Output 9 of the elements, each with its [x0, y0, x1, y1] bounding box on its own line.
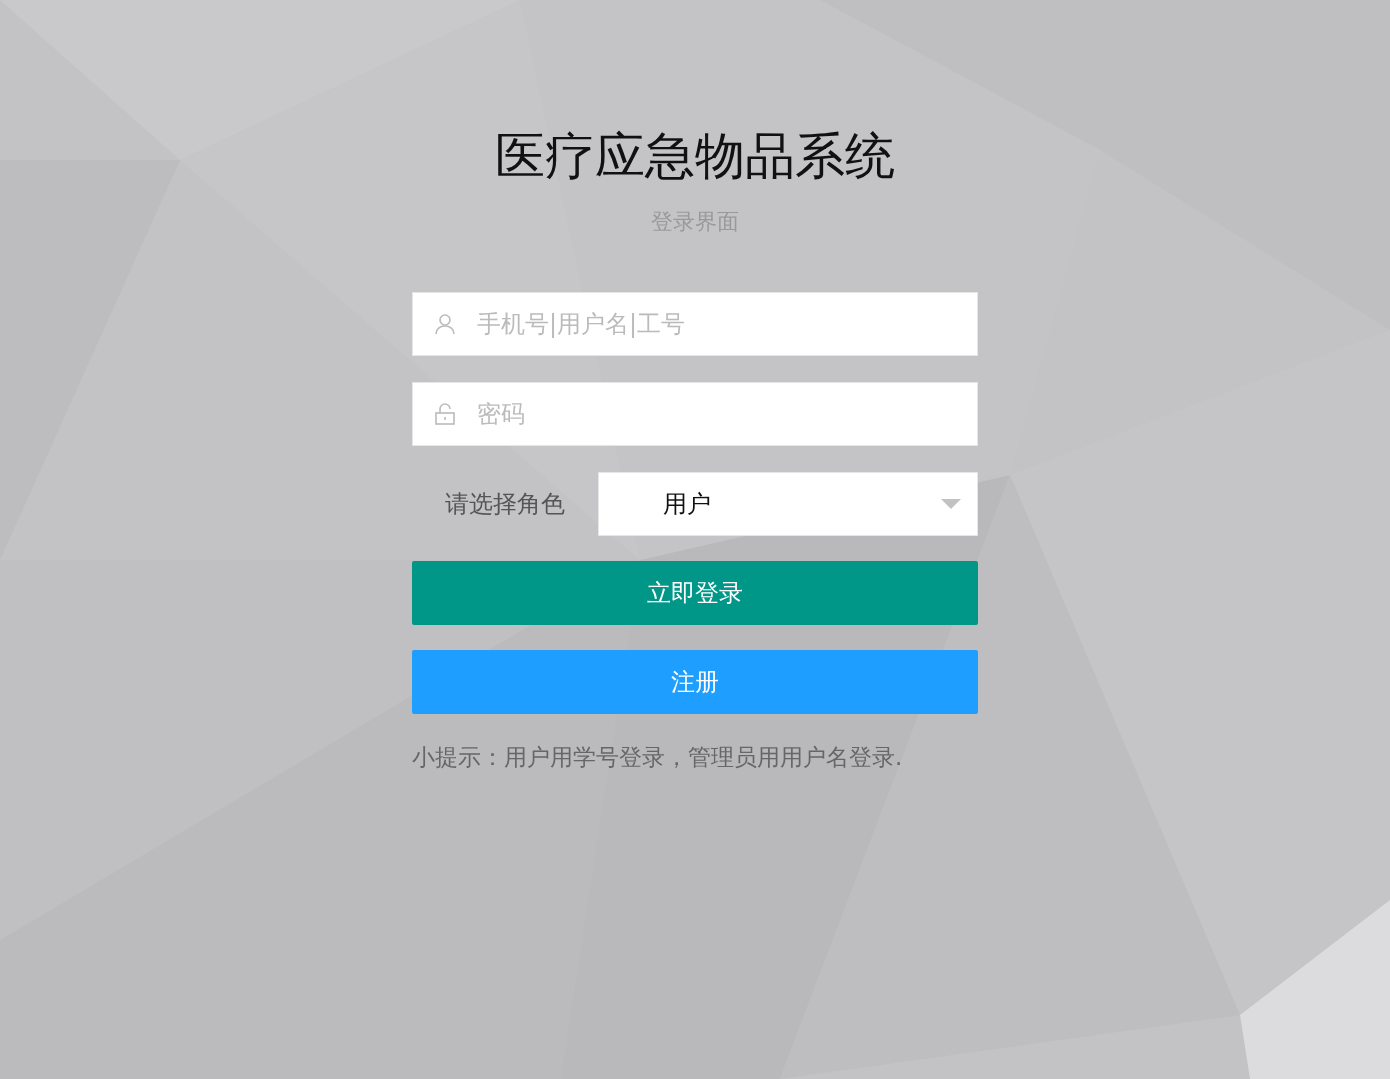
login-button[interactable]: 立即登录: [412, 561, 978, 625]
page-title: 医疗应急物品系统: [495, 126, 895, 187]
register-button[interactable]: 注册: [412, 650, 978, 714]
role-select[interactable]: 用户: [598, 472, 978, 536]
role-label: 请选择角色: [444, 489, 566, 520]
caret-icon: [941, 499, 961, 509]
hint-text: 小提示：用户用学号登录，管理员用用户名登录.: [412, 743, 904, 772]
password-field[interactable]: 密码: [412, 382, 978, 446]
username-field[interactable]: 手机号|用户名|工号: [412, 292, 978, 356]
